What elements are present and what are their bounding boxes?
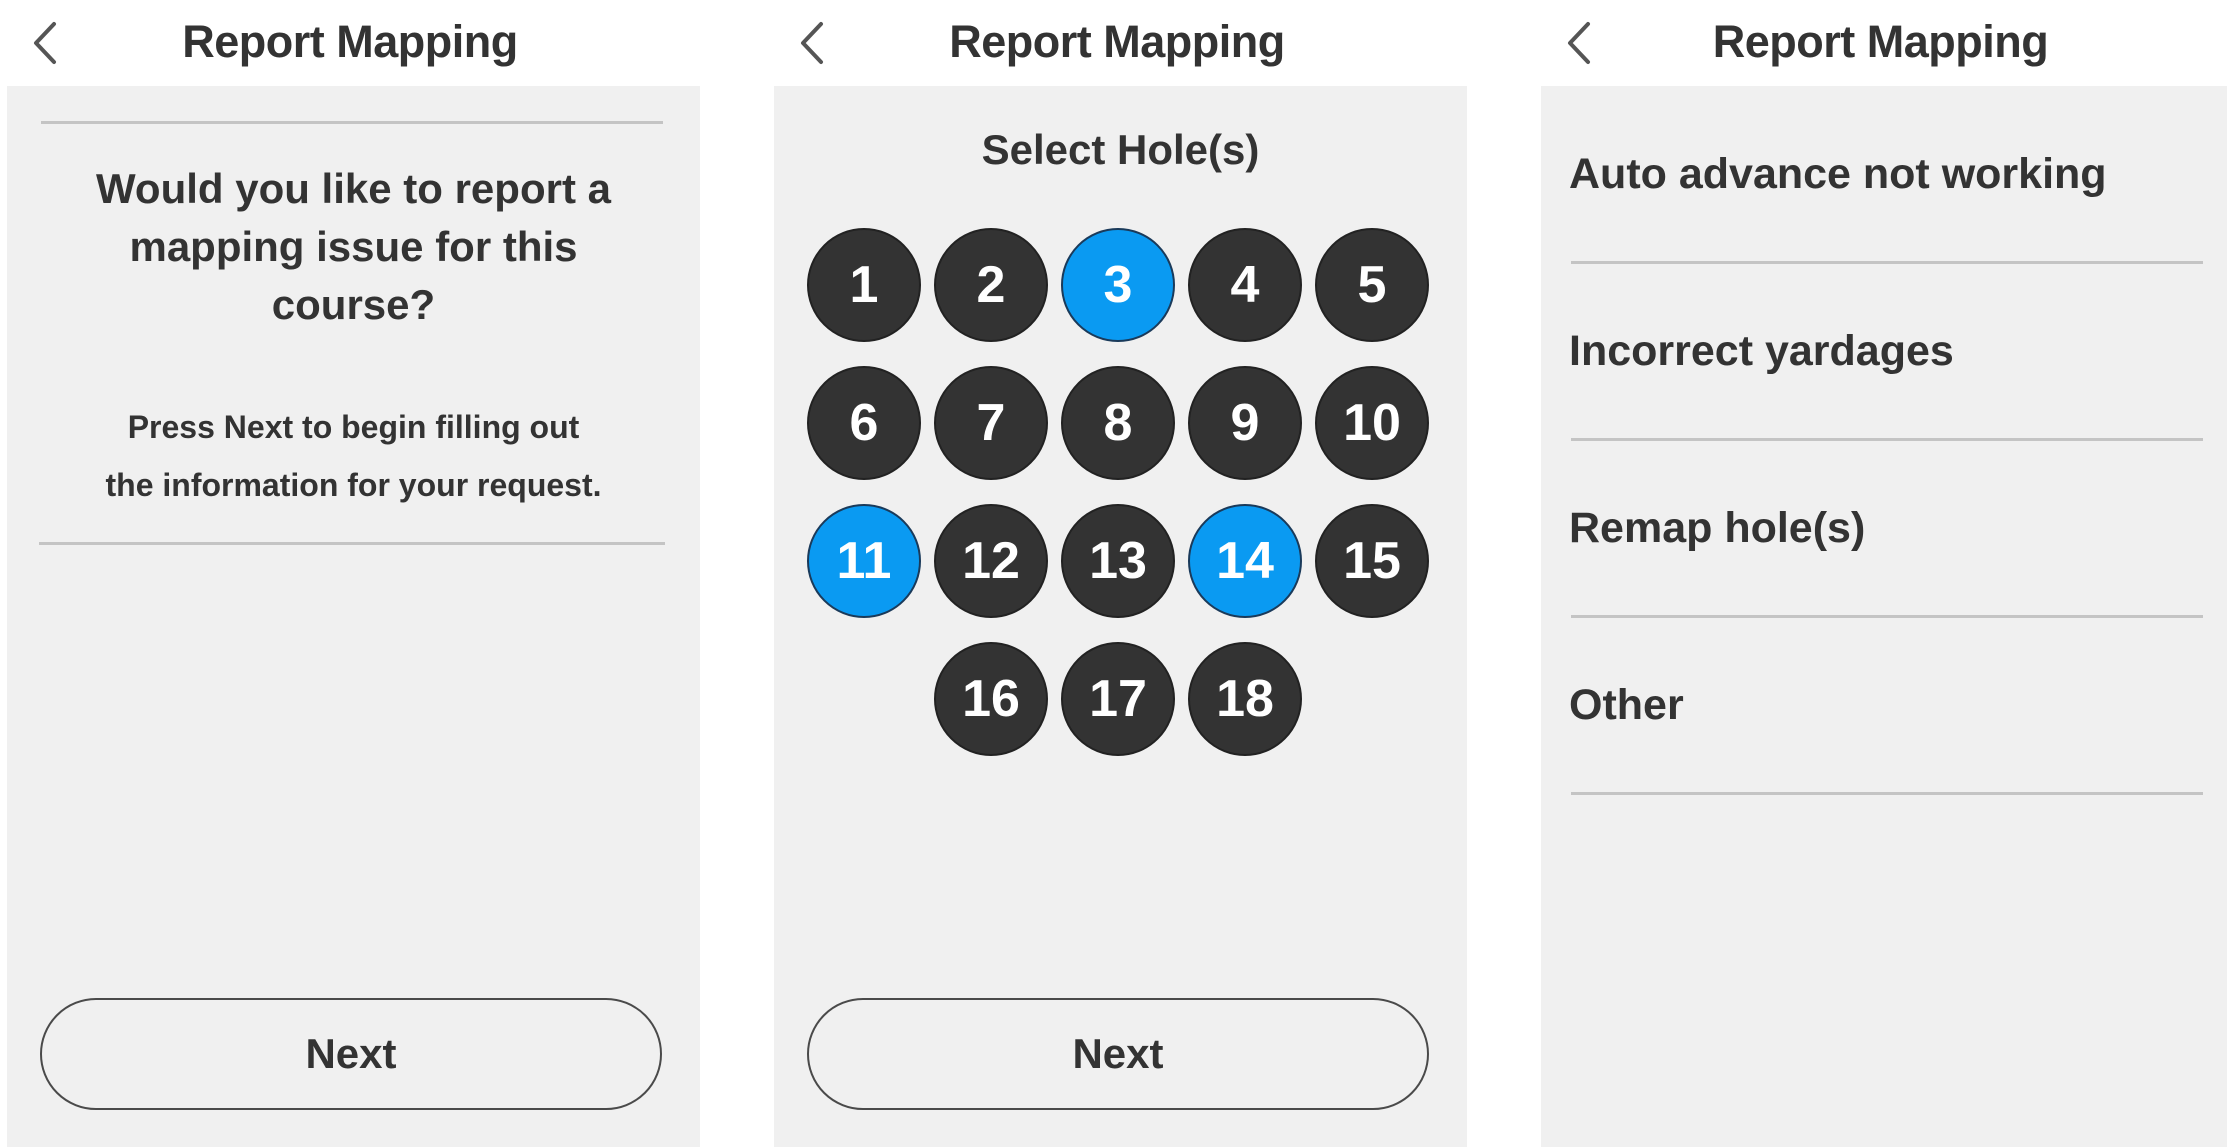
instruction-line: the information for your request. [105,467,602,503]
hole-button-11[interactable]: 11 [807,504,921,618]
instruction-text: Press Next to begin filling out the info… [27,398,680,514]
reason-item[interactable]: Other [1569,681,1684,730]
page-title: Report Mapping [949,16,1285,67]
reason-item[interactable]: Auto advance not working [1569,150,2107,199]
instruction-line: Press Next to begin filling out [127,409,580,445]
hole-button-18[interactable]: 18 [1188,642,1302,756]
content-panel: Select Hole(s) 1 2 3 4 5 6 7 8 9 10 11 12 13 14 15 16 17… [774,86,1467,1147]
hole-button-12[interactable]: 12 [934,504,1048,618]
reason-item[interactable]: Remap hole(s) [1569,504,1865,553]
next-button[interactable]: Next [40,998,662,1110]
hole-button-14[interactable]: 14 [1188,504,1302,618]
hole-button-5[interactable]: 5 [1315,228,1429,342]
hole-button-16[interactable]: 16 [934,642,1048,756]
hole-button-7[interactable]: 7 [934,366,1048,480]
divider [1571,438,2203,441]
header: Report Mapping [767,0,1467,86]
divider [1571,792,2203,795]
hole-button-10[interactable]: 10 [1315,366,1429,480]
header: Report Mapping [1534,0,2227,86]
divider [39,542,665,545]
divider [41,121,663,124]
content-panel: Auto advance not working Incorrect yarda… [1541,86,2227,1147]
reason-item[interactable]: Incorrect yardages [1569,327,1954,376]
hole-button-15[interactable]: 15 [1315,504,1429,618]
hole-button-1[interactable]: 1 [807,228,921,342]
page-title: Report Mapping [1712,16,2049,67]
header: Report Mapping [0,0,700,86]
hole-button-4[interactable]: 4 [1188,228,1302,342]
divider [1571,261,2203,264]
section-title: Select Hole(s) [981,126,1260,173]
screen-issue-type: Report Mapping Auto advance not working … [1534,0,2227,1147]
screen-report-intro: Report Mapping Would you like to report … [0,0,700,1147]
page-title: Report Mapping [182,16,518,67]
question-text: Would you like to report a mapping issue… [96,165,611,328]
hole-button-6[interactable]: 6 [807,366,921,480]
hole-button-8[interactable]: 8 [1061,366,1175,480]
hole-button-9[interactable]: 9 [1188,366,1302,480]
hole-button-2[interactable]: 2 [934,228,1048,342]
hole-button-13[interactable]: 13 [1061,504,1175,618]
divider [1571,615,2203,618]
hole-button-3[interactable]: 3 [1061,228,1175,342]
content-panel: Would you like to report a mapping issue… [7,86,700,1147]
next-button[interactable]: Next [807,998,1429,1110]
screen-select-holes: Report Mapping Select Hole(s) 1234567891… [767,0,1467,1147]
hole-button-17[interactable]: 17 [1061,642,1175,756]
